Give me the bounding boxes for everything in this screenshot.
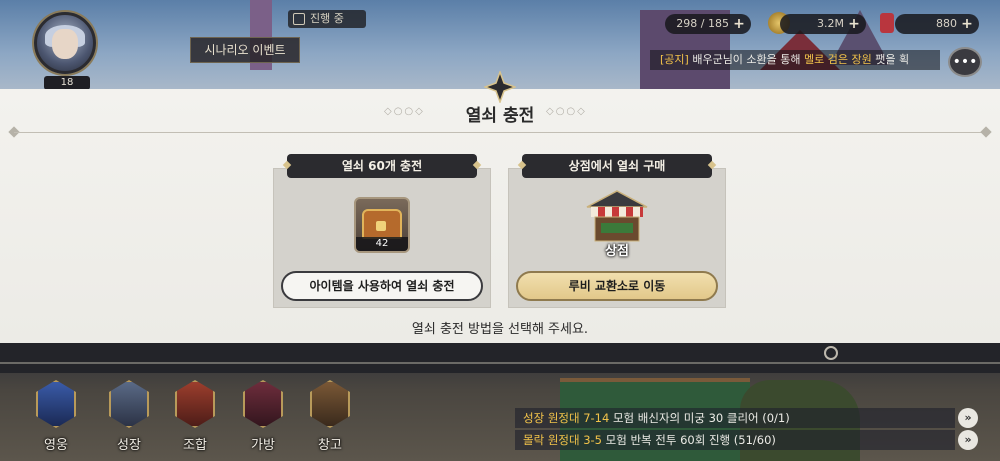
- quest-item[interactable]: 성장 원정대 7-14 모험 배신자의 미궁 30 클리어 (0/1): [515, 408, 955, 428]
- calendar-icon: [293, 13, 305, 25]
- ruby-gem-icon: [880, 13, 894, 33]
- quest-tag: 몰락 원정대 3-5: [523, 433, 602, 447]
- chest-lock: [376, 221, 386, 231]
- title-divider: [14, 132, 986, 133]
- quest-item[interactable]: 몰락 원정대 3-5 모험 반복 전투 60회 진행 (51/60): [515, 430, 955, 450]
- menu-bag-label: 가방: [251, 438, 275, 453]
- add-energy-icon[interactable]: +: [732, 17, 746, 31]
- quest-tag: 성장 원정대 7-14: [523, 411, 610, 425]
- dark-band: [0, 343, 1000, 373]
- gold-counter: 3.2M +: [780, 14, 866, 34]
- option-a-header: 열쇠 60개 충전: [287, 154, 477, 178]
- player-level-badge: 18: [44, 76, 90, 90]
- menu-storage-label: 창고: [318, 438, 342, 453]
- add-gold-icon[interactable]: +: [847, 17, 861, 31]
- use-item-charge-button[interactable]: 아이템을 사용하여 열쇠 충전: [281, 271, 483, 301]
- quest-text: 모험 배신자의 미궁 30 클리어 (0/1): [612, 411, 790, 425]
- scenario-event-button[interactable]: 시나리오 이벤트: [190, 37, 300, 63]
- growth-emblem-icon: [109, 380, 149, 428]
- menu-storage[interactable]: 창고: [302, 376, 358, 453]
- star-ornament-icon: [484, 71, 516, 103]
- treasure-chest-icon[interactable]: 42: [354, 197, 410, 253]
- quest-go-icon[interactable]: »: [958, 430, 978, 450]
- progress-status-chip[interactable]: 진행 중: [288, 10, 366, 28]
- add-ruby-icon[interactable]: +: [960, 17, 974, 31]
- menu-combine[interactable]: 조합: [167, 376, 223, 453]
- news-highlight: 멜로 검은 장원: [804, 53, 872, 66]
- quest-go-icon[interactable]: »: [958, 408, 978, 428]
- avatar-face: [52, 29, 78, 60]
- menu-combine-label: 조합: [183, 438, 207, 453]
- storage-emblem-icon: [310, 380, 350, 428]
- energy-counter: 298 / 185 +: [665, 14, 751, 34]
- news-suffix: 팻을 획: [875, 53, 910, 66]
- combine-emblem-icon: [175, 380, 215, 428]
- ruby-counter: 880 +: [895, 14, 979, 34]
- go-ruby-exchange-button[interactable]: 루비 교환소로 이동: [516, 271, 718, 301]
- ruby-value: 880: [936, 17, 957, 30]
- gold-value: 3.2M: [817, 17, 844, 30]
- news-prefix: [공지]: [660, 53, 689, 66]
- progress-status-text: 진행 중: [310, 12, 344, 25]
- chat-bubble-icon[interactable]: •••: [948, 47, 982, 77]
- progress-track: [0, 362, 1000, 364]
- bag-emblem-icon: [243, 380, 283, 428]
- energy-value: 298 / 185: [676, 17, 729, 30]
- player-avatar[interactable]: [34, 12, 96, 74]
- hero-emblem-icon: [36, 380, 76, 428]
- news-text: 배우군님이 소환을 통해: [692, 53, 801, 66]
- menu-growth-label: 성장: [117, 438, 141, 453]
- shop-icon-label: 상점: [605, 244, 629, 259]
- popup-instruction: 열쇠 충전 방법을 선택해 주세요.: [411, 322, 589, 337]
- menu-hero[interactable]: 영웅: [28, 376, 84, 453]
- key-charge-popup: [0, 89, 1000, 343]
- news-ticker: [공지] 배우군님이 소환을 통해 멜로 검은 장원 팻을 획: [650, 50, 940, 70]
- menu-growth[interactable]: 성장: [101, 376, 157, 453]
- option-b-header: 상점에서 열쇠 구매: [522, 154, 712, 178]
- title-ornament-right: ◇○○◇: [546, 106, 587, 117]
- menu-bag[interactable]: 가방: [235, 376, 291, 453]
- quest-text: 모험 반복 전투 60회 진행 (51/60): [605, 433, 776, 447]
- item-count: 42: [356, 237, 408, 251]
- menu-hero-label: 영웅: [44, 438, 68, 453]
- track-node-icon: [824, 346, 838, 360]
